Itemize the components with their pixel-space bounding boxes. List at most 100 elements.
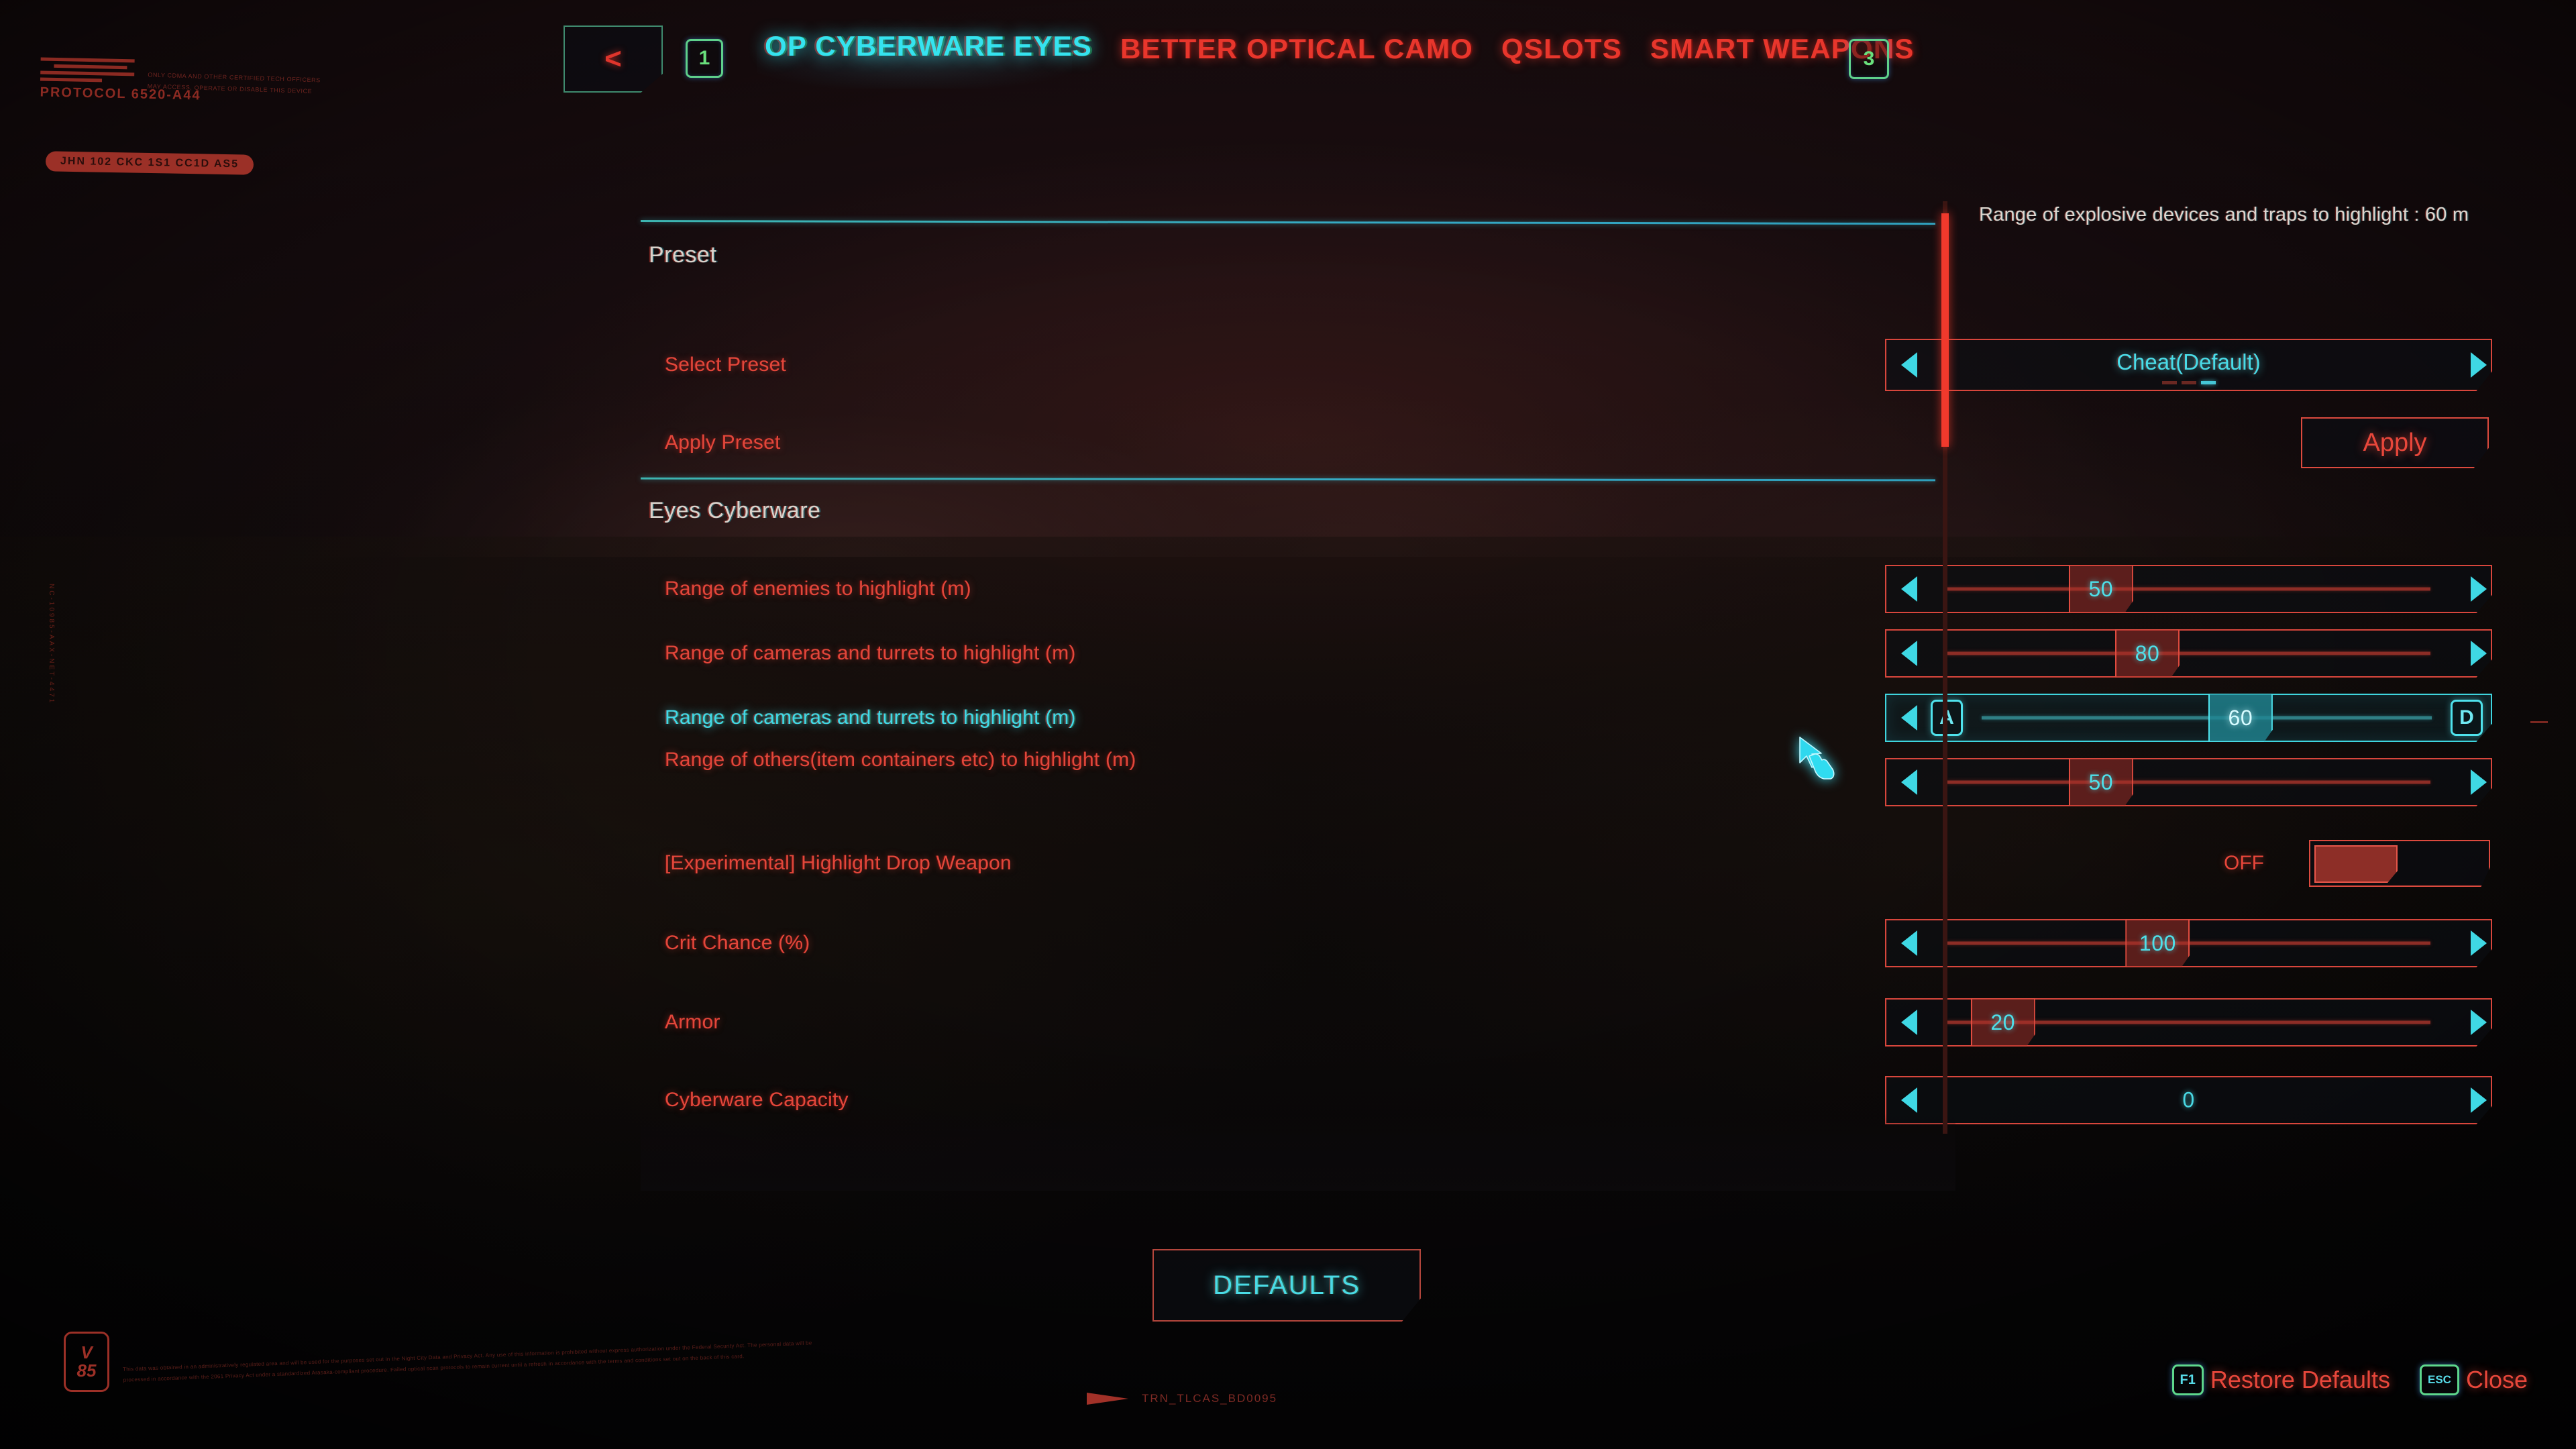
label-cyberware-capacity: Cyberware Capacity xyxy=(665,1089,849,1112)
back-button[interactable]: < xyxy=(564,25,663,93)
label-apply-preset: Apply Preset xyxy=(665,431,781,454)
tab-list: OP CYBERWARE EYES BETTER OPTICAL CAMO QS… xyxy=(765,32,1915,63)
row-range-cameras-b-focused: Range of cameras and turrets to highligh… xyxy=(641,694,2492,742)
section-title-preset: Preset xyxy=(649,242,717,268)
armor-thumb[interactable]: 20 xyxy=(1970,998,2035,1046)
range-others-track[interactable]: 50 xyxy=(1931,758,2447,806)
range-cameras-a-thumb[interactable]: 80 xyxy=(2114,629,2180,678)
range-others-increase-arrow-icon[interactable] xyxy=(2460,767,2491,798)
crit-chance-thumb[interactable]: 100 xyxy=(2125,919,2190,967)
preset-prev-arrow-icon[interactable] xyxy=(1897,350,1928,380)
scrollbar-thumb[interactable] xyxy=(1941,213,1949,447)
footer-hints: F1 Restore Defaults ESC Close xyxy=(2171,1364,2528,1395)
select-preset-dropdown[interactable]: Cheat(Default) xyxy=(1885,339,2492,391)
cyberware-capacity-decrease-arrow-icon[interactable] xyxy=(1897,1085,1928,1116)
preset-dot-2 xyxy=(2181,381,2196,384)
range-others-thumb[interactable]: 50 xyxy=(2068,758,2133,806)
range-cameras-b-decrease-arrow-icon[interactable] xyxy=(1897,702,1928,733)
range-cameras-b-track[interactable]: 60 xyxy=(1966,694,2448,742)
range-others-decrease-arrow-icon[interactable] xyxy=(1897,767,1928,798)
tab-op-cyberware-eyes[interactable]: OP CYBERWARE EYES xyxy=(765,32,1092,60)
tab-qslots[interactable]: QSLOTS xyxy=(1501,35,1622,63)
key-f1: F1 xyxy=(2171,1364,2204,1395)
label-armor: Armor xyxy=(665,1011,720,1034)
hud-wedge-marker xyxy=(1087,1393,1132,1405)
range-enemies-increase-arrow-icon[interactable] xyxy=(2460,574,2491,604)
defaults-button[interactable]: DEFAULTS xyxy=(1152,1249,1421,1322)
range-enemies-decrease-arrow-icon[interactable] xyxy=(1897,574,1928,604)
row-crit-chance: Crit Chance (%) 100 xyxy=(641,919,2492,967)
range-enemies-track[interactable]: 50 xyxy=(1931,565,2447,613)
hint-close[interactable]: ESC Close xyxy=(2419,1364,2528,1395)
tooltip-panel: Range of explosive devices and traps to … xyxy=(1979,201,2516,229)
armor-track[interactable]: 20 xyxy=(1931,998,2447,1046)
slider-range-enemies[interactable]: 50 xyxy=(1885,565,2492,613)
row-cyberware-capacity: Cyberware Capacity 0 xyxy=(641,1076,2492,1124)
crit-chance-track[interactable]: 100 xyxy=(1931,919,2447,967)
hud-license-plate: JHN 102 CKC 1S1 CC1D AS5 xyxy=(45,151,254,175)
toggle-highlight-drop-weapon[interactable] xyxy=(2309,840,2490,887)
settings-panel: Preset Select Preset Cheat(Default) Appl… xyxy=(640,219,2492,1191)
row-range-cameras-a: Range of cameras and turrets to highligh… xyxy=(641,629,2492,678)
hint-label-close: Close xyxy=(2465,1366,2528,1393)
range-cameras-b-track-line xyxy=(1982,716,2432,720)
slider-armor[interactable]: 20 xyxy=(1885,998,2492,1046)
slider-range-others[interactable]: 50 xyxy=(1885,758,2492,806)
row-armor: Armor 20 xyxy=(641,998,2492,1046)
preset-dot-3-active xyxy=(2200,381,2216,384)
preset-dot-1 xyxy=(2161,381,2177,384)
label-range-cameras-b: Range of cameras and turrets to highligh… xyxy=(665,706,1076,729)
toggle-knob xyxy=(2314,845,2398,883)
slider-range-cameras-a[interactable]: 80 xyxy=(1885,629,2492,678)
label-range-enemies: Range of enemies to highlight (m) xyxy=(665,578,971,600)
armor-increase-arrow-icon[interactable] xyxy=(2460,1007,2491,1038)
toggle-state-label: OFF xyxy=(2224,852,2264,874)
hud-right-tick xyxy=(2530,721,2548,723)
cyberware-capacity-track[interactable]: 0 xyxy=(1931,1076,2447,1124)
slider-cyberware-capacity[interactable]: 0 xyxy=(1885,1076,2492,1124)
range-cameras-a-decrease-arrow-icon[interactable] xyxy=(1897,638,1928,669)
row-range-others: Range of others(item containers etc) to … xyxy=(641,749,2492,806)
page-next-key[interactable]: 3 xyxy=(1849,39,1889,79)
label-crit-chance: Crit Chance (%) xyxy=(665,932,810,955)
cyberware-capacity-thumb[interactable]: 0 xyxy=(2182,1088,2194,1113)
section-title-eyes-cyberware: Eyes Cyberware xyxy=(649,498,821,523)
label-range-cameras-a: Range of cameras and turrets to highligh… xyxy=(665,642,1076,665)
tab-better-optical-camo[interactable]: BETTER OPTICAL CAMO xyxy=(1120,35,1473,63)
slider-range-cameras-b[interactable]: A 60 D xyxy=(1885,694,2492,742)
key-esc: ESC xyxy=(2419,1364,2459,1395)
hud-bottom-code: TRN_TLCAS_BD0095 xyxy=(1142,1392,1278,1405)
page-prev-key[interactable]: 1 xyxy=(686,39,723,78)
armor-decrease-arrow-icon[interactable] xyxy=(1897,1007,1928,1038)
apply-preset-button[interactable]: Apply xyxy=(2301,417,2489,468)
tooltip-text: Range of explosive devices and traps to … xyxy=(1979,204,2469,225)
tab-bar: < 1 OP CYBERWARE EYES BETTER OPTICAL CAM… xyxy=(0,0,2576,114)
cyberware-capacity-increase-arrow-icon[interactable] xyxy=(2460,1085,2491,1116)
row-range-enemies: Range of enemies to highlight (m) 50 xyxy=(641,565,2492,613)
range-cameras-a-track[interactable]: 80 xyxy=(1931,629,2447,678)
label-select-preset: Select Preset xyxy=(665,354,787,376)
back-chevron-icon: < xyxy=(604,42,622,75)
hint-restore-defaults[interactable]: F1 Restore Defaults xyxy=(2171,1364,2390,1395)
select-preset-value: Cheat(Default) xyxy=(2116,350,2261,374)
range-cameras-a-track-line xyxy=(1947,651,2430,655)
range-enemies-track-line xyxy=(1947,587,2430,591)
slider-crit-chance[interactable]: 100 xyxy=(1885,919,2492,967)
key-hint-d: D xyxy=(2451,700,2483,736)
divider-preset xyxy=(640,219,1936,225)
label-highlight-drop-weapon: [Experimental] Highlight Drop Weapon xyxy=(665,852,1012,875)
range-cameras-a-increase-arrow-icon[interactable] xyxy=(2460,638,2491,669)
preset-next-arrow-icon[interactable] xyxy=(2460,350,2491,380)
hud-bottom-code-block: TRN_TLCAS_BD0095 xyxy=(1087,1392,1277,1405)
hint-label-restore-defaults: Restore Defaults xyxy=(2210,1366,2390,1393)
label-range-others: Range of others(item containers etc) to … xyxy=(665,749,1136,771)
row-highlight-drop-weapon: [Experimental] Highlight Drop Weapon OFF xyxy=(641,840,2490,887)
row-select-preset: Select Preset Cheat(Default) xyxy=(641,339,2492,391)
crit-chance-increase-arrow-icon[interactable] xyxy=(2460,928,2491,959)
preset-page-dots xyxy=(2161,381,2216,384)
range-cameras-b-thumb[interactable]: 60 xyxy=(2208,694,2273,742)
crit-chance-decrease-arrow-icon[interactable] xyxy=(1897,928,1928,959)
row-apply-preset: Apply Preset Apply xyxy=(641,417,2489,468)
range-others-track-line xyxy=(1947,780,2430,784)
range-enemies-thumb[interactable]: 50 xyxy=(2068,565,2133,613)
